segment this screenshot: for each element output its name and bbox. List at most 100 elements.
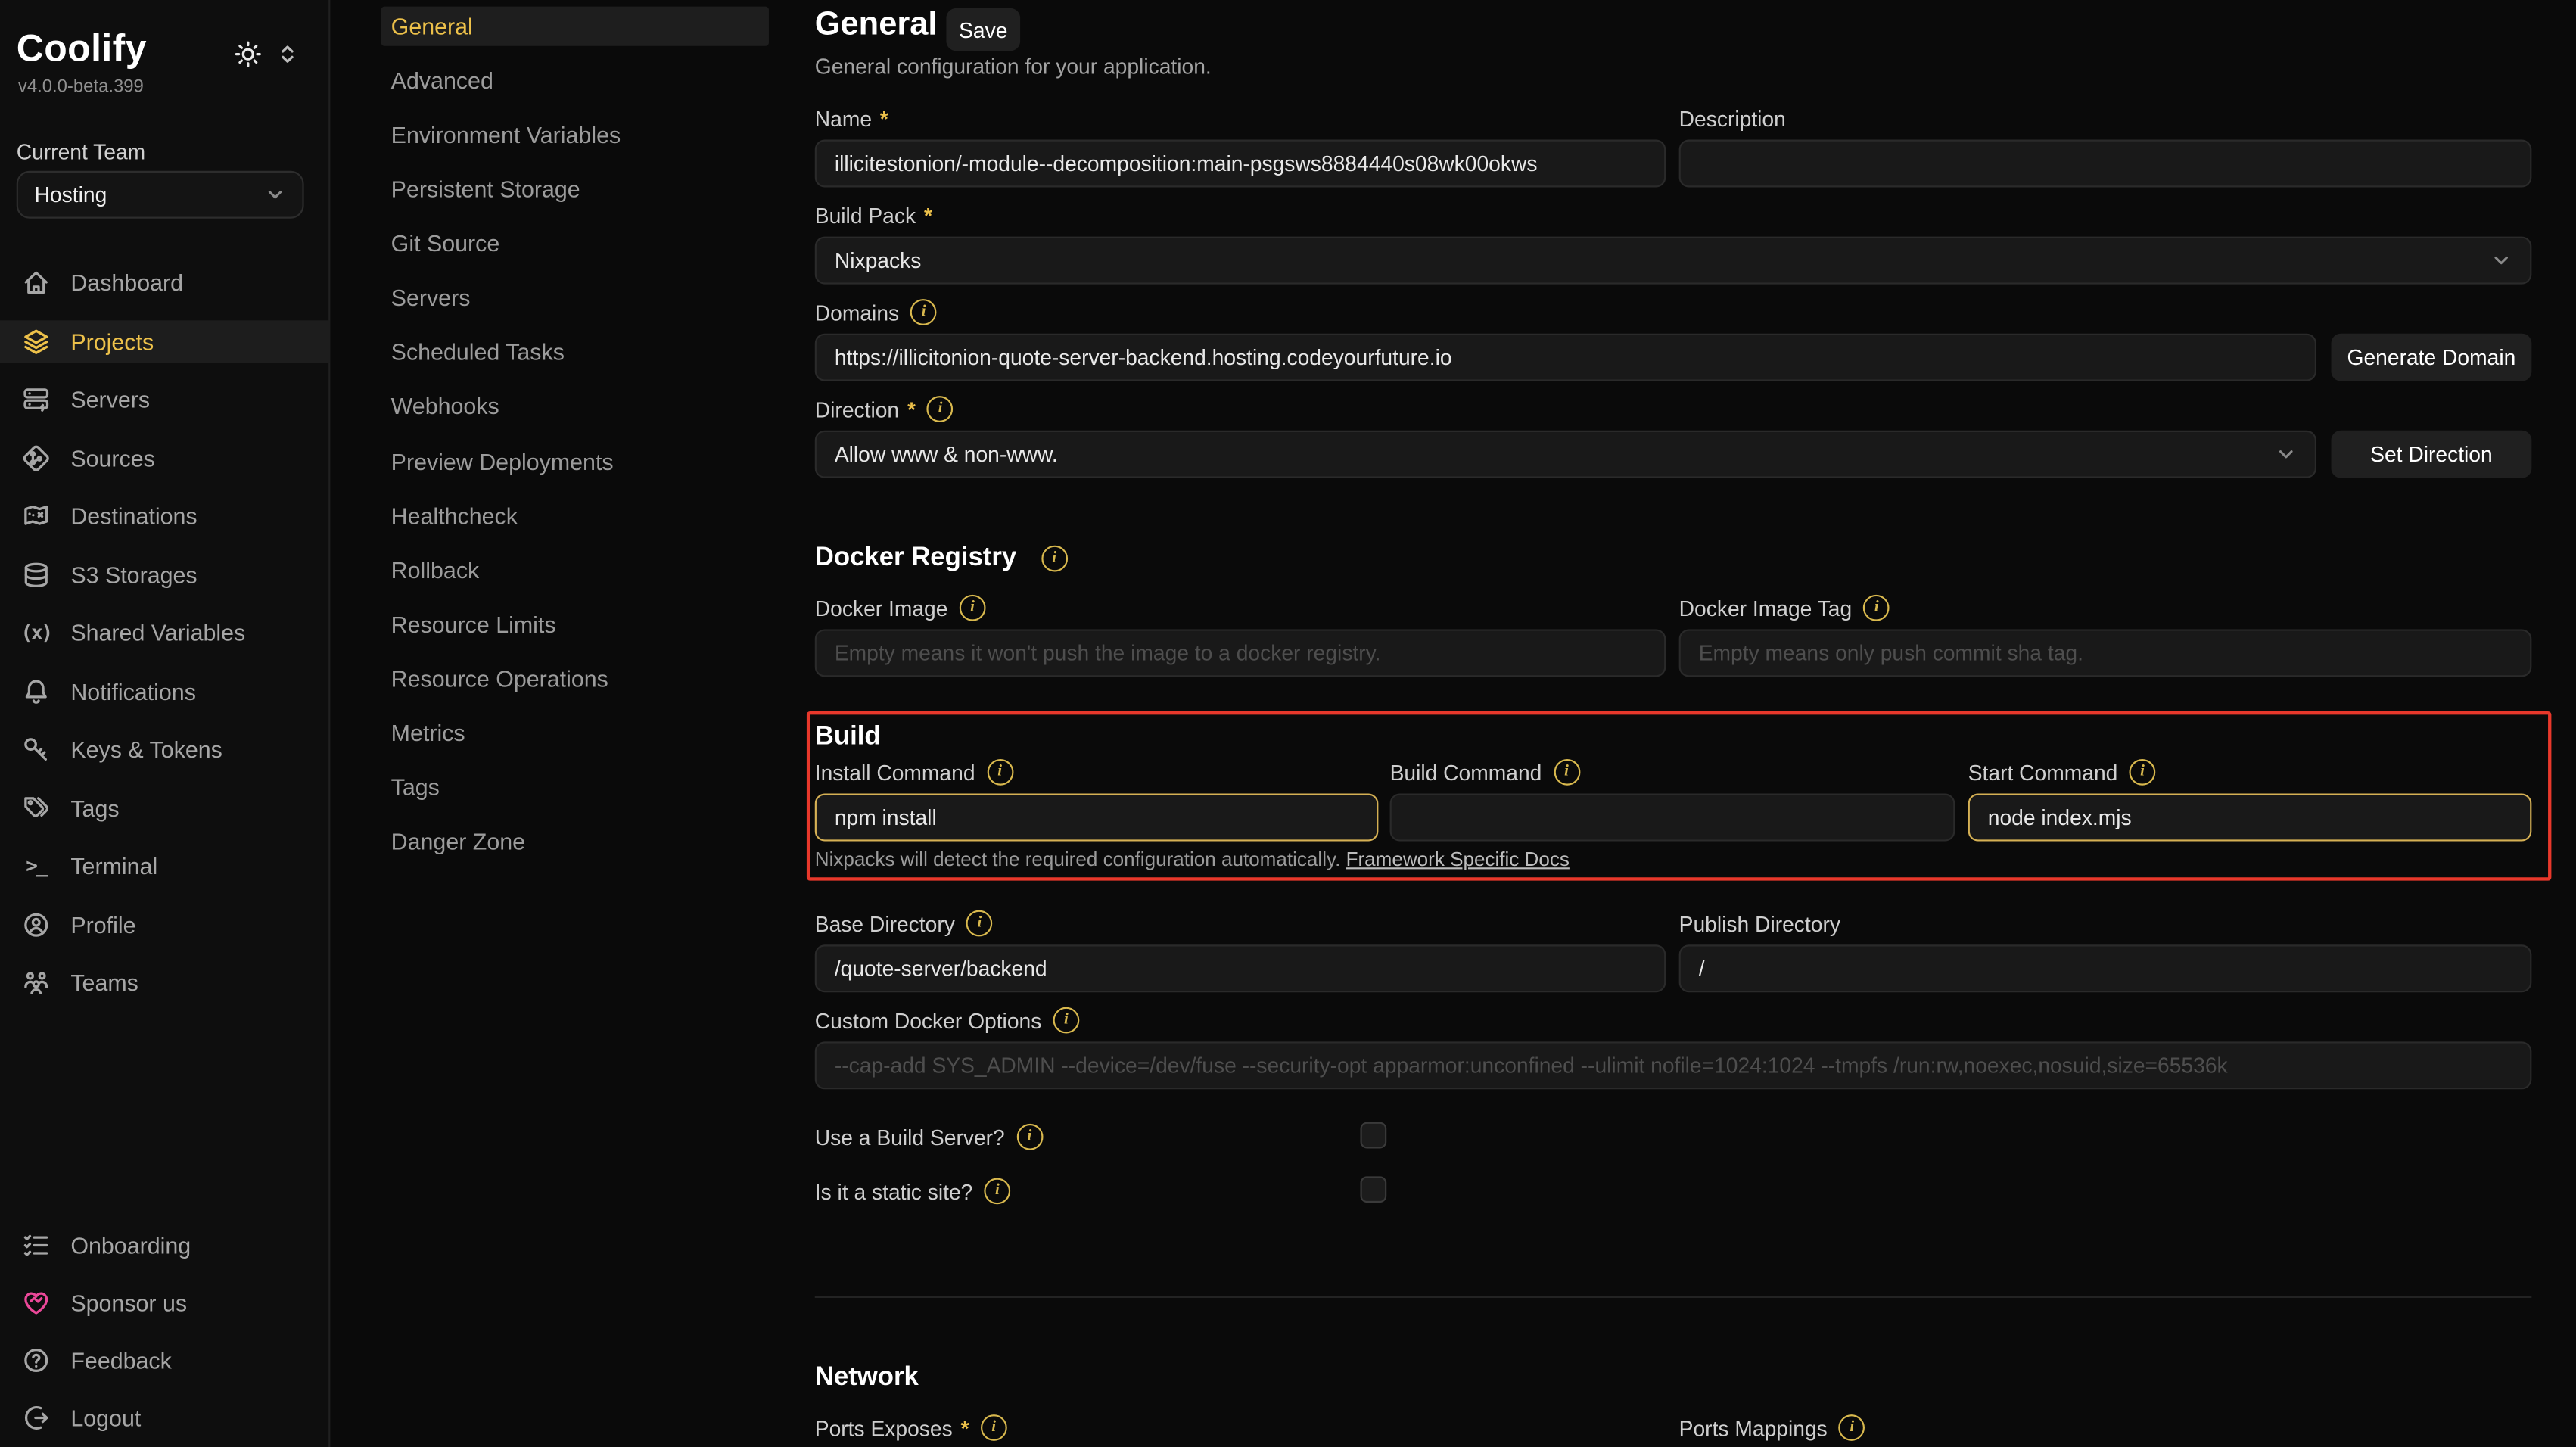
docker-image-input[interactable] bbox=[815, 629, 1666, 677]
subnav-item-metrics[interactable]: Metrics bbox=[381, 713, 769, 752]
map-icon bbox=[21, 501, 51, 531]
build-pack-label: Build Pack bbox=[815, 202, 932, 229]
sidebar-item-tags[interactable]: Tags bbox=[0, 786, 330, 829]
docker-image-tag-input[interactable] bbox=[1679, 629, 2532, 677]
info-icon bbox=[987, 759, 1013, 786]
sidebar-item-notifications[interactable]: Notifications bbox=[0, 670, 330, 712]
braces-icon: (x) bbox=[21, 618, 51, 647]
git-icon bbox=[21, 443, 51, 472]
page-title: General bbox=[815, 7, 938, 45]
docker-registry-heading: Docker Registry bbox=[815, 544, 1068, 574]
sidebar-item-s3-storages[interactable]: S3 Storages bbox=[0, 553, 330, 596]
key-icon bbox=[21, 734, 51, 764]
required-asterisk bbox=[961, 1415, 969, 1440]
base-directory-input[interactable] bbox=[815, 944, 1666, 992]
framework-docs-link[interactable]: Framework Specific Docs bbox=[1346, 848, 1570, 870]
chevron-down-icon bbox=[2490, 250, 2512, 271]
subnav-item-tags[interactable]: Tags bbox=[381, 767, 769, 807]
database-icon bbox=[21, 559, 51, 589]
sidebar-item-feedback[interactable]: Feedback bbox=[0, 1339, 330, 1381]
static-site-checkbox[interactable] bbox=[1361, 1176, 1387, 1203]
static-site-label: Is it a static site? bbox=[815, 1178, 1011, 1205]
settings-subnav: General Advanced Environment Variables Pers… bbox=[330, 0, 814, 1447]
install-command-label: Install Command bbox=[815, 759, 1013, 786]
sidebar-item-keys-tokens[interactable]: Keys & Tokens bbox=[0, 728, 330, 770]
build-command-input[interactable] bbox=[1390, 794, 1955, 842]
bell-icon bbox=[21, 676, 51, 705]
section-divider bbox=[815, 1296, 2532, 1298]
general-settings-panel: General Save General configuration for y… bbox=[815, 0, 2552, 1447]
sidebar-item-logout[interactable]: Logout bbox=[0, 1396, 330, 1439]
subnav-item-servers[interactable]: Servers bbox=[381, 279, 769, 318]
sidebar-item-onboarding[interactable]: Onboarding bbox=[0, 1224, 330, 1266]
description-input[interactable] bbox=[1679, 140, 2532, 188]
info-icon bbox=[1839, 1414, 1865, 1441]
instance-switcher-icon[interactable] bbox=[276, 42, 299, 65]
info-icon bbox=[981, 1414, 1007, 1441]
subnav-item-persistent-storage[interactable]: Persistent Storage bbox=[381, 170, 769, 209]
checklist-icon bbox=[21, 1231, 51, 1260]
subnav-item-preview-deployments[interactable]: Preview Deployments bbox=[381, 441, 769, 481]
team-select-value: Hosting bbox=[35, 182, 107, 207]
direction-label: Direction bbox=[815, 396, 954, 422]
home-icon bbox=[21, 268, 51, 297]
app-version: v4.0.0-beta.399 bbox=[18, 77, 144, 97]
custom-docker-options-label: Custom Docker Options bbox=[815, 1007, 1080, 1034]
sidebar-item-servers[interactable]: Servers bbox=[0, 378, 330, 420]
sidebar-item-teams[interactable]: Teams bbox=[0, 961, 330, 1004]
sidebar-item-sources[interactable]: Sources bbox=[0, 436, 330, 478]
subnav-item-general[interactable]: General bbox=[381, 7, 769, 46]
subnav-item-git-source[interactable]: Git Source bbox=[381, 224, 769, 263]
domains-label: Domains bbox=[815, 299, 937, 325]
install-command-input[interactable] bbox=[815, 794, 1379, 842]
subnav-item-rollback[interactable]: Rollback bbox=[381, 550, 769, 590]
heart-icon bbox=[21, 1288, 51, 1318]
tag-icon bbox=[21, 792, 51, 822]
nixpacks-note: Nixpacks will detect the required config… bbox=[815, 848, 1570, 870]
custom-docker-options-input[interactable] bbox=[815, 1041, 2532, 1089]
set-direction-button[interactable]: Set Direction bbox=[2332, 431, 2532, 478]
subnav-item-environment-variables[interactable]: Environment Variables bbox=[381, 115, 769, 154]
direction-select[interactable]: Allow www & non-www. bbox=[815, 431, 2316, 478]
info-icon bbox=[1053, 1007, 1080, 1034]
users-icon bbox=[21, 968, 51, 997]
sidebar-item-terminal[interactable]: >_Terminal bbox=[0, 845, 330, 887]
subnav-item-scheduled-tasks[interactable]: Scheduled Tasks bbox=[381, 332, 769, 372]
subnav-item-danger-zone[interactable]: Danger Zone bbox=[381, 822, 769, 861]
subnav-item-advanced[interactable]: Advanced bbox=[381, 61, 769, 100]
sidebar-item-profile[interactable]: Profile bbox=[0, 903, 330, 945]
theme-sun-icon[interactable] bbox=[233, 39, 263, 69]
domains-input[interactable] bbox=[815, 334, 2316, 381]
subnav-item-webhooks[interactable]: Webhooks bbox=[381, 387, 769, 426]
sidebar: Coolify v4.0.0-beta.399 Current Team Hos… bbox=[0, 0, 330, 1447]
build-pack-select[interactable]: Nixpacks bbox=[815, 237, 2532, 285]
info-icon bbox=[927, 396, 954, 422]
start-command-input[interactable] bbox=[1968, 794, 2532, 842]
team-select[interactable]: Hosting bbox=[17, 171, 304, 219]
ports-exposes-label: Ports Exposes bbox=[815, 1414, 1007, 1441]
build-command-label: Build Command bbox=[1390, 759, 1580, 786]
subnav-item-healthcheck[interactable]: Healthcheck bbox=[381, 496, 769, 535]
sidebar-item-destinations[interactable]: Destinations bbox=[0, 494, 330, 537]
sidebar-item-sponsor-us[interactable]: Sponsor us bbox=[0, 1281, 330, 1324]
info-icon bbox=[1041, 546, 1068, 572]
current-team-label: Current Team bbox=[17, 140, 145, 165]
save-button[interactable]: Save bbox=[946, 8, 1020, 51]
name-input[interactable] bbox=[815, 140, 1666, 188]
sidebar-item-dashboard[interactable]: Dashboard bbox=[0, 261, 330, 303]
publish-directory-input[interactable] bbox=[1679, 944, 2532, 992]
user-icon bbox=[21, 910, 51, 939]
publish-directory-label: Publish Directory bbox=[1679, 910, 1840, 937]
network-heading: Network bbox=[815, 1364, 919, 1393]
generate-domain-button[interactable]: Generate Domain bbox=[2332, 334, 2532, 381]
info-icon bbox=[1016, 1124, 1043, 1150]
sidebar-item-shared-variables[interactable]: (x)Shared Variables bbox=[0, 611, 330, 654]
subnav-item-resource-operations[interactable]: Resource Operations bbox=[381, 658, 769, 698]
build-server-label: Use a Build Server? bbox=[815, 1124, 1043, 1150]
subnav-item-resource-limits[interactable]: Resource Limits bbox=[381, 604, 769, 643]
help-icon bbox=[21, 1346, 51, 1375]
server-icon bbox=[21, 384, 51, 414]
sidebar-item-projects[interactable]: Projects bbox=[0, 319, 330, 362]
build-server-checkbox[interactable] bbox=[1361, 1122, 1387, 1149]
required-asterisk bbox=[880, 106, 888, 131]
